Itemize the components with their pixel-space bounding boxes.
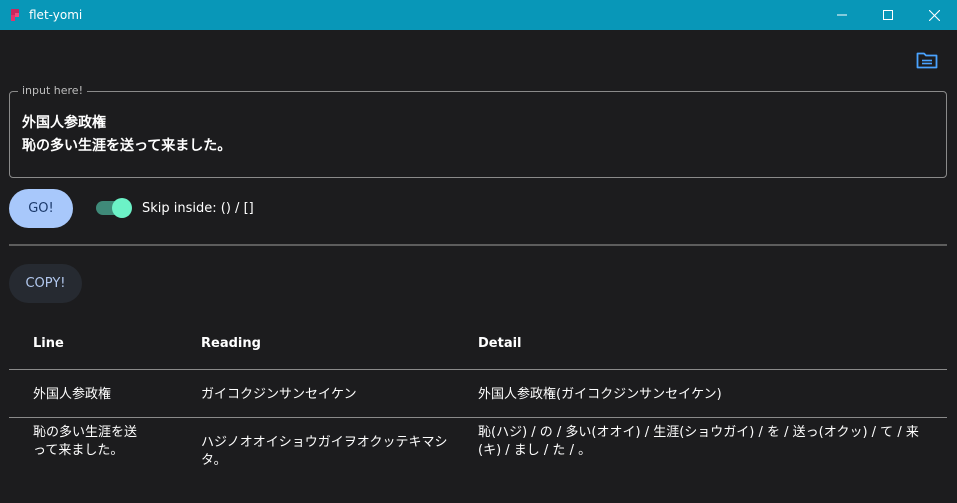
go-button[interactable]: GO! (9, 189, 73, 228)
close-icon (928, 9, 940, 21)
window-title: flet-yomi (29, 8, 83, 22)
maximize-icon (883, 10, 893, 20)
cell-detail: 恥(ハジ) / の / 多い(オオイ) / 生涯(ショウガイ) / を / 送っ… (478, 425, 919, 458)
app-logo-icon (9, 9, 21, 21)
minimize-button[interactable] (819, 0, 865, 30)
cell-line: 外国人参政権 (33, 387, 112, 402)
table-header: Line Reading Detail (9, 318, 947, 370)
cell-detail: 外国人参政権(ガイコクジンサンセイケン) (478, 387, 722, 402)
table-row[interactable]: 外国人参政権 ガイコクジンサンセイケン 外国人参政権(ガイコクジンサンセイケン) (9, 370, 947, 418)
window-controls (819, 0, 957, 30)
title-bar: flet-yomi (0, 0, 957, 30)
close-button[interactable] (911, 0, 957, 30)
copy-button[interactable]: COPY! (9, 264, 82, 303)
table-row[interactable]: 恥の多い生涯を送って来ました。 ハジノオオイショウガイヲオクッテキマシタ。 恥(… (9, 418, 947, 468)
text-input-area[interactable]: input here! 外国人参政権 恥の多い生涯を送って来ました。 (9, 84, 947, 178)
input-text[interactable]: 外国人参政権 恥の多い生涯を送って来ました。 (22, 112, 231, 158)
divider (9, 244, 947, 246)
cell-reading: ガイコクジンサンセイケン (201, 387, 357, 402)
maximize-button[interactable] (865, 0, 911, 30)
input-line: 恥の多い生涯を送って来ました。 (22, 138, 232, 154)
column-header-detail[interactable]: Detail (478, 336, 938, 351)
input-label: input here! (18, 84, 87, 97)
minimize-icon (837, 14, 847, 16)
cell-reading: ハジノオオイショウガイヲオクッテキマシタ。 (201, 435, 448, 468)
skip-inside-switch[interactable] (96, 198, 132, 220)
column-header-line[interactable]: Line (33, 336, 163, 351)
column-header-reading[interactable]: Reading (201, 336, 461, 351)
cell-line: 恥の多い生涯を送って来ました。 (33, 425, 138, 458)
folder-open-icon (916, 52, 938, 69)
results-table: Line Reading Detail 外国人参政権 ガイコクジンサンセイケン … (9, 318, 947, 468)
input-line: 外国人参政権 (22, 115, 106, 131)
switch-thumb (112, 198, 132, 218)
skip-inside-label: Skip inside: () / [] (142, 201, 254, 216)
open-file-button[interactable] (915, 50, 939, 70)
